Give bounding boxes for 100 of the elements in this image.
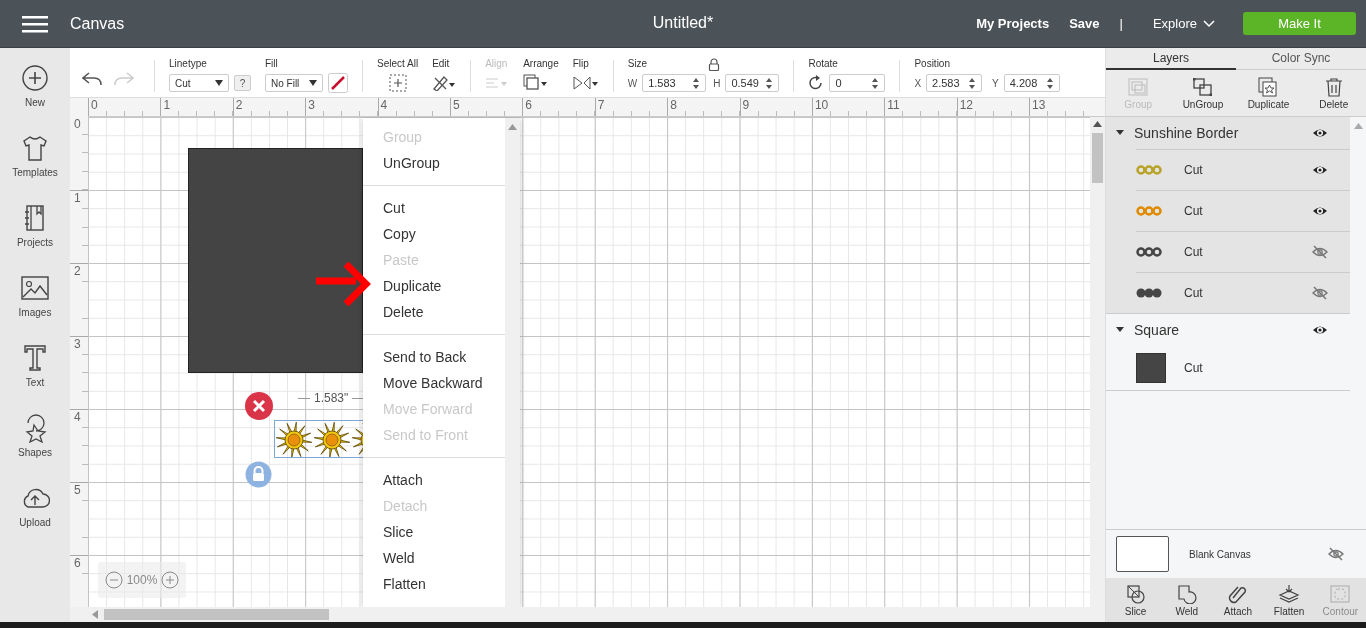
spinner-icon [765, 76, 774, 90]
hidden-eye-icon[interactable] [1328, 547, 1344, 561]
document-title: Untitled* [651, 14, 715, 32]
layer-label: Cut [1184, 286, 1204, 300]
ruler-number: 1 [74, 191, 81, 205]
sidebar-item[interactable]: Templates [12, 133, 58, 203]
width-field[interactable]: 1.583 [642, 74, 707, 92]
layer-action-button[interactable]: Delete [1313, 76, 1354, 110]
height-field[interactable]: 0.549 [725, 74, 780, 92]
sidebar-item[interactable]: Text [20, 343, 50, 413]
duplicate-icon [1257, 76, 1280, 97]
edit-icon[interactable] [432, 75, 457, 91]
ruler-number: 2 [74, 264, 81, 278]
explore-menu[interactable]: Explore [1152, 16, 1215, 31]
ruler-number: 11 [887, 98, 900, 112]
ruler-number: 13 [1032, 98, 1046, 112]
zoom-in-icon[interactable] [161, 571, 180, 589]
menu-item[interactable]: Send to Back [363, 344, 505, 370]
menu-item[interactable]: Duplicate [363, 273, 505, 299]
menu-item[interactable]: Delete [363, 299, 505, 325]
hidden-eye-icon[interactable] [1312, 286, 1328, 300]
sidebar-item[interactable]: New [20, 63, 50, 133]
select-all-icon[interactable] [388, 74, 407, 92]
menu-item[interactable]: UnGroup [363, 150, 505, 176]
zoom-out-icon[interactable] [104, 571, 123, 589]
ruler-number: 3 [74, 337, 81, 351]
layer-group[interactable]: Square Cut [1106, 314, 1350, 391]
scrollbar-thumb[interactable] [1092, 133, 1103, 183]
expand-triangle-icon[interactable] [1116, 327, 1124, 333]
layer-action-button[interactable]: Weld [1168, 583, 1205, 617]
spinner-icon [871, 76, 880, 90]
layer-action-button[interactable]: Attach [1219, 583, 1256, 617]
section-label: Linetype [169, 58, 207, 71]
sidebar-item[interactable]: Images [18, 273, 52, 343]
menu-item[interactable]: Copy [363, 221, 505, 247]
menu-item[interactable]: Slice [363, 519, 505, 545]
layer-label: Cut [1184, 163, 1204, 177]
help-button[interactable]: ? [234, 75, 251, 91]
hidden-eye-icon[interactable] [1312, 245, 1328, 259]
section-label: Arrange [523, 58, 559, 71]
menu-item[interactable]: Move Backward [363, 370, 505, 396]
flatten-icon [1278, 583, 1301, 604]
arrange-icon[interactable] [523, 74, 550, 92]
x-position-field[interactable]: 2.583 [926, 74, 983, 92]
y-position-field[interactable]: 4.208 [1003, 74, 1060, 92]
ruler-number: 5 [452, 98, 460, 112]
weld-icon [1175, 583, 1198, 604]
contour-icon [1329, 583, 1352, 604]
header-link[interactable]: Save [1069, 16, 1100, 31]
header-link[interactable]: My Projects [976, 16, 1050, 31]
layer-group[interactable]: Sunshine Border Cut Cut Cut Cut [1106, 117, 1350, 314]
layer-label: Blank Canvas [1189, 548, 1252, 560]
axis-label: H [713, 77, 721, 89]
no-fill-swatch-icon[interactable] [328, 73, 348, 93]
section-label: Align [485, 58, 508, 71]
expand-triangle-icon[interactable] [1116, 130, 1124, 136]
sidebar-item[interactable]: Projects [16, 203, 54, 273]
app-name: Canvas [70, 14, 125, 33]
ruler-number: 4 [74, 410, 81, 424]
undo-icon[interactable] [82, 72, 102, 86]
ruler-number: 12 [959, 98, 974, 112]
section-label: Size [627, 58, 648, 71]
ruler-number: 5 [74, 483, 81, 497]
menu-item[interactable]: Weld [363, 545, 505, 571]
rotate-icon[interactable] [808, 75, 825, 91]
spinner-icon [968, 76, 977, 90]
menu-item[interactable]: Cut [363, 195, 505, 221]
delete-icon[interactable] [244, 391, 274, 421]
scrollbar-thumb[interactable] [104, 609, 329, 620]
caret-icon [309, 80, 317, 86]
slice-icon [1124, 583, 1147, 604]
group-name: Square [1134, 322, 1181, 338]
menu-icon[interactable] [22, 13, 48, 34]
ruler-number: 7 [597, 98, 605, 112]
chevron-icon [1203, 19, 1215, 28]
ruler-number: 4 [380, 98, 388, 112]
linetype-select[interactable]: Cut [169, 74, 229, 92]
spinner-icon [1045, 76, 1054, 90]
scroll-up-icon[interactable] [1093, 121, 1102, 127]
layer-action-button[interactable]: UnGroup [1182, 76, 1224, 110]
blank-canvas-thumbnail[interactable] [1116, 536, 1169, 572]
layer-action-button[interactable]: Duplicate [1247, 76, 1290, 110]
section-label: Edit [432, 58, 450, 71]
flip-icon[interactable] [572, 75, 599, 91]
image-icon [20, 273, 50, 303]
sidebar-item[interactable]: Shapes [18, 413, 52, 483]
rotate-field[interactable]: 0 [829, 74, 886, 92]
sidebar-item[interactable]: Upload [19, 483, 51, 553]
layer-action-button[interactable]: Flatten [1271, 583, 1308, 617]
axis-label: X [914, 77, 922, 89]
layer-action-button[interactable]: Slice [1117, 583, 1154, 617]
menu-item[interactable]: Flatten [363, 571, 505, 597]
menu-item[interactable]: Attach [363, 467, 505, 493]
section-label: Flip [572, 58, 589, 71]
shirt-icon [20, 133, 50, 163]
axis-label: Y [992, 77, 999, 89]
fill-select[interactable]: No Fill [265, 74, 323, 92]
ruler-number: 0 [91, 98, 98, 112]
lock-icon[interactable] [707, 58, 720, 71]
ruler-number: 1 [163, 98, 171, 112]
